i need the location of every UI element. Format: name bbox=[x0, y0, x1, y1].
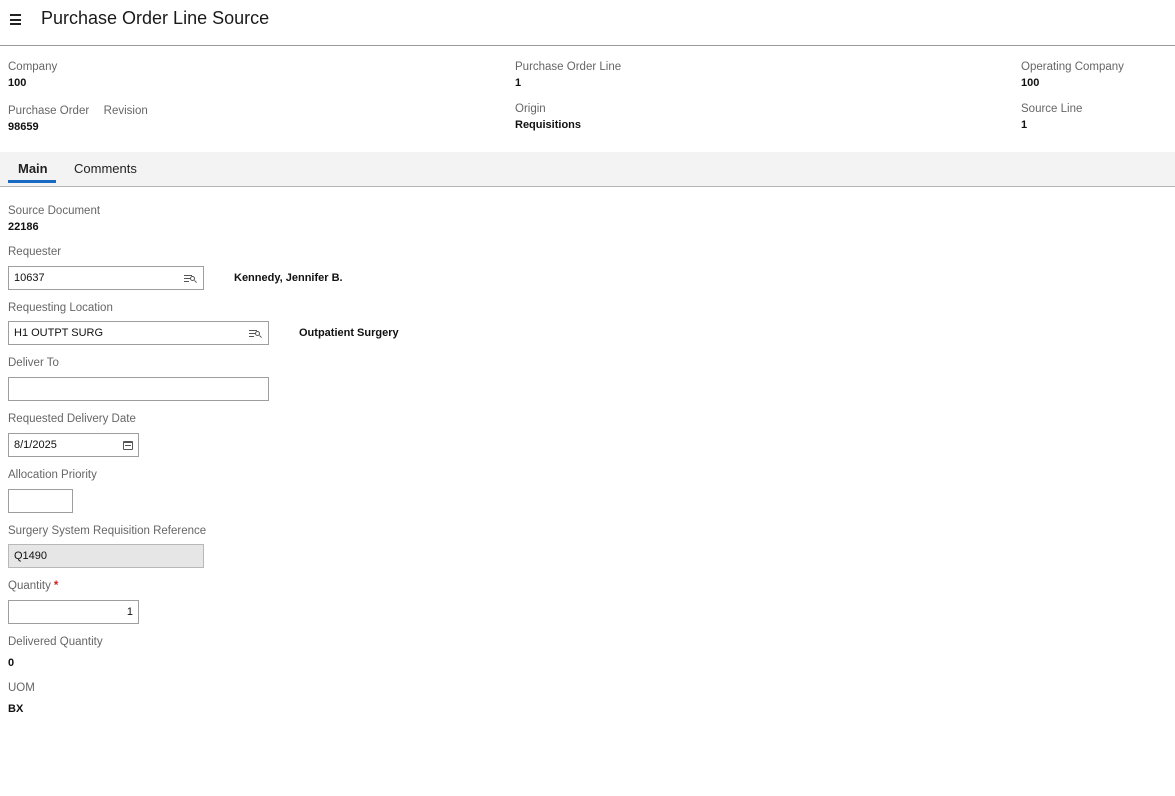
requester-name: Kennedy, Jennifer B. bbox=[234, 272, 343, 284]
deliver-to-input[interactable] bbox=[8, 377, 269, 401]
page-title: Purchase Order Line Source bbox=[41, 8, 270, 28]
requesting-location-lookup-icon[interactable] bbox=[249, 327, 263, 339]
company-value: 100 bbox=[8, 77, 27, 89]
origin-field: Origin Requisitions bbox=[515, 101, 581, 133]
operating-company-field: Operating Company 100 bbox=[1021, 59, 1124, 91]
menu-icon[interactable] bbox=[10, 14, 24, 28]
requested-delivery-date-value: 8/1/2025 bbox=[14, 439, 57, 451]
po-line-label: Purchase Order Line bbox=[515, 61, 622, 73]
po-line-value: 1 bbox=[515, 77, 522, 89]
purchase-order-label: Purchase Order bbox=[8, 105, 90, 117]
revision-label: Revision bbox=[103, 105, 148, 117]
surgery-ref-value: Q1490 bbox=[14, 550, 48, 562]
requester-input[interactable]: 10637 bbox=[8, 266, 204, 290]
uom-value: BX bbox=[8, 703, 24, 715]
quantity-input[interactable]: 1 bbox=[8, 600, 139, 624]
surgery-ref-label: Surgery System Requisition Reference bbox=[8, 525, 207, 537]
calendar-icon[interactable] bbox=[123, 440, 133, 450]
source-line-value: 1 bbox=[1021, 119, 1028, 131]
tab-main[interactable]: Main bbox=[18, 161, 48, 176]
purchase-order-value: 98659 bbox=[8, 121, 39, 133]
tab-bar: Main Comments bbox=[0, 152, 1175, 187]
requesting-location-input-value: H1 OUTPT SURG bbox=[14, 327, 104, 339]
requesting-location-label: Requesting Location bbox=[8, 302, 113, 314]
header-panel: Company 100 Purchase Order Revision 9865… bbox=[0, 47, 1175, 152]
delivered-quantity-label: Delivered Quantity bbox=[8, 636, 103, 648]
po-line-field: Purchase Order Line 1 bbox=[515, 59, 621, 91]
allocation-priority-input[interactable] bbox=[8, 489, 73, 513]
source-line-field: Source Line 1 bbox=[1021, 101, 1082, 133]
operating-company-label: Operating Company bbox=[1021, 61, 1124, 73]
company-label: Company bbox=[8, 61, 58, 73]
quantity-label-wrap: Quantity * bbox=[8, 580, 58, 592]
operating-company-value: 100 bbox=[1021, 77, 1040, 89]
origin-label: Origin bbox=[515, 103, 546, 115]
requester-lookup-icon[interactable] bbox=[184, 272, 198, 284]
source-document-label: Source Document bbox=[8, 205, 101, 217]
quantity-value: 1 bbox=[126, 606, 133, 618]
source-document-value: 22186 bbox=[8, 221, 39, 233]
delivered-quantity-value: 0 bbox=[8, 657, 15, 669]
quantity-label: Quantity bbox=[8, 580, 51, 592]
requesting-location-name: Outpatient Surgery bbox=[299, 327, 399, 339]
company-field: Company 100 bbox=[8, 59, 57, 91]
allocation-priority-label: Allocation Priority bbox=[8, 469, 97, 481]
requester-label: Requester bbox=[8, 246, 62, 258]
requested-delivery-date-input[interactable]: 8/1/2025 bbox=[8, 433, 139, 457]
tab-comments[interactable]: Comments bbox=[74, 161, 137, 176]
origin-value: Requisitions bbox=[515, 119, 582, 131]
surgery-ref-input: Q1490 bbox=[8, 544, 204, 568]
requesting-location-input[interactable]: H1 OUTPT SURG bbox=[8, 321, 269, 345]
purchase-order-field: Purchase Order Revision 98659 bbox=[8, 101, 158, 135]
uom-label: UOM bbox=[8, 682, 35, 694]
source-line-label: Source Line bbox=[1021, 103, 1083, 115]
active-tab-indicator bbox=[8, 180, 56, 183]
requested-delivery-date-label: Requested Delivery Date bbox=[8, 413, 136, 425]
deliver-to-label: Deliver To bbox=[8, 357, 59, 369]
title-bar: Purchase Order Line Source bbox=[0, 0, 1175, 46]
required-indicator: * bbox=[53, 580, 59, 592]
requester-input-value: 10637 bbox=[14, 272, 45, 284]
